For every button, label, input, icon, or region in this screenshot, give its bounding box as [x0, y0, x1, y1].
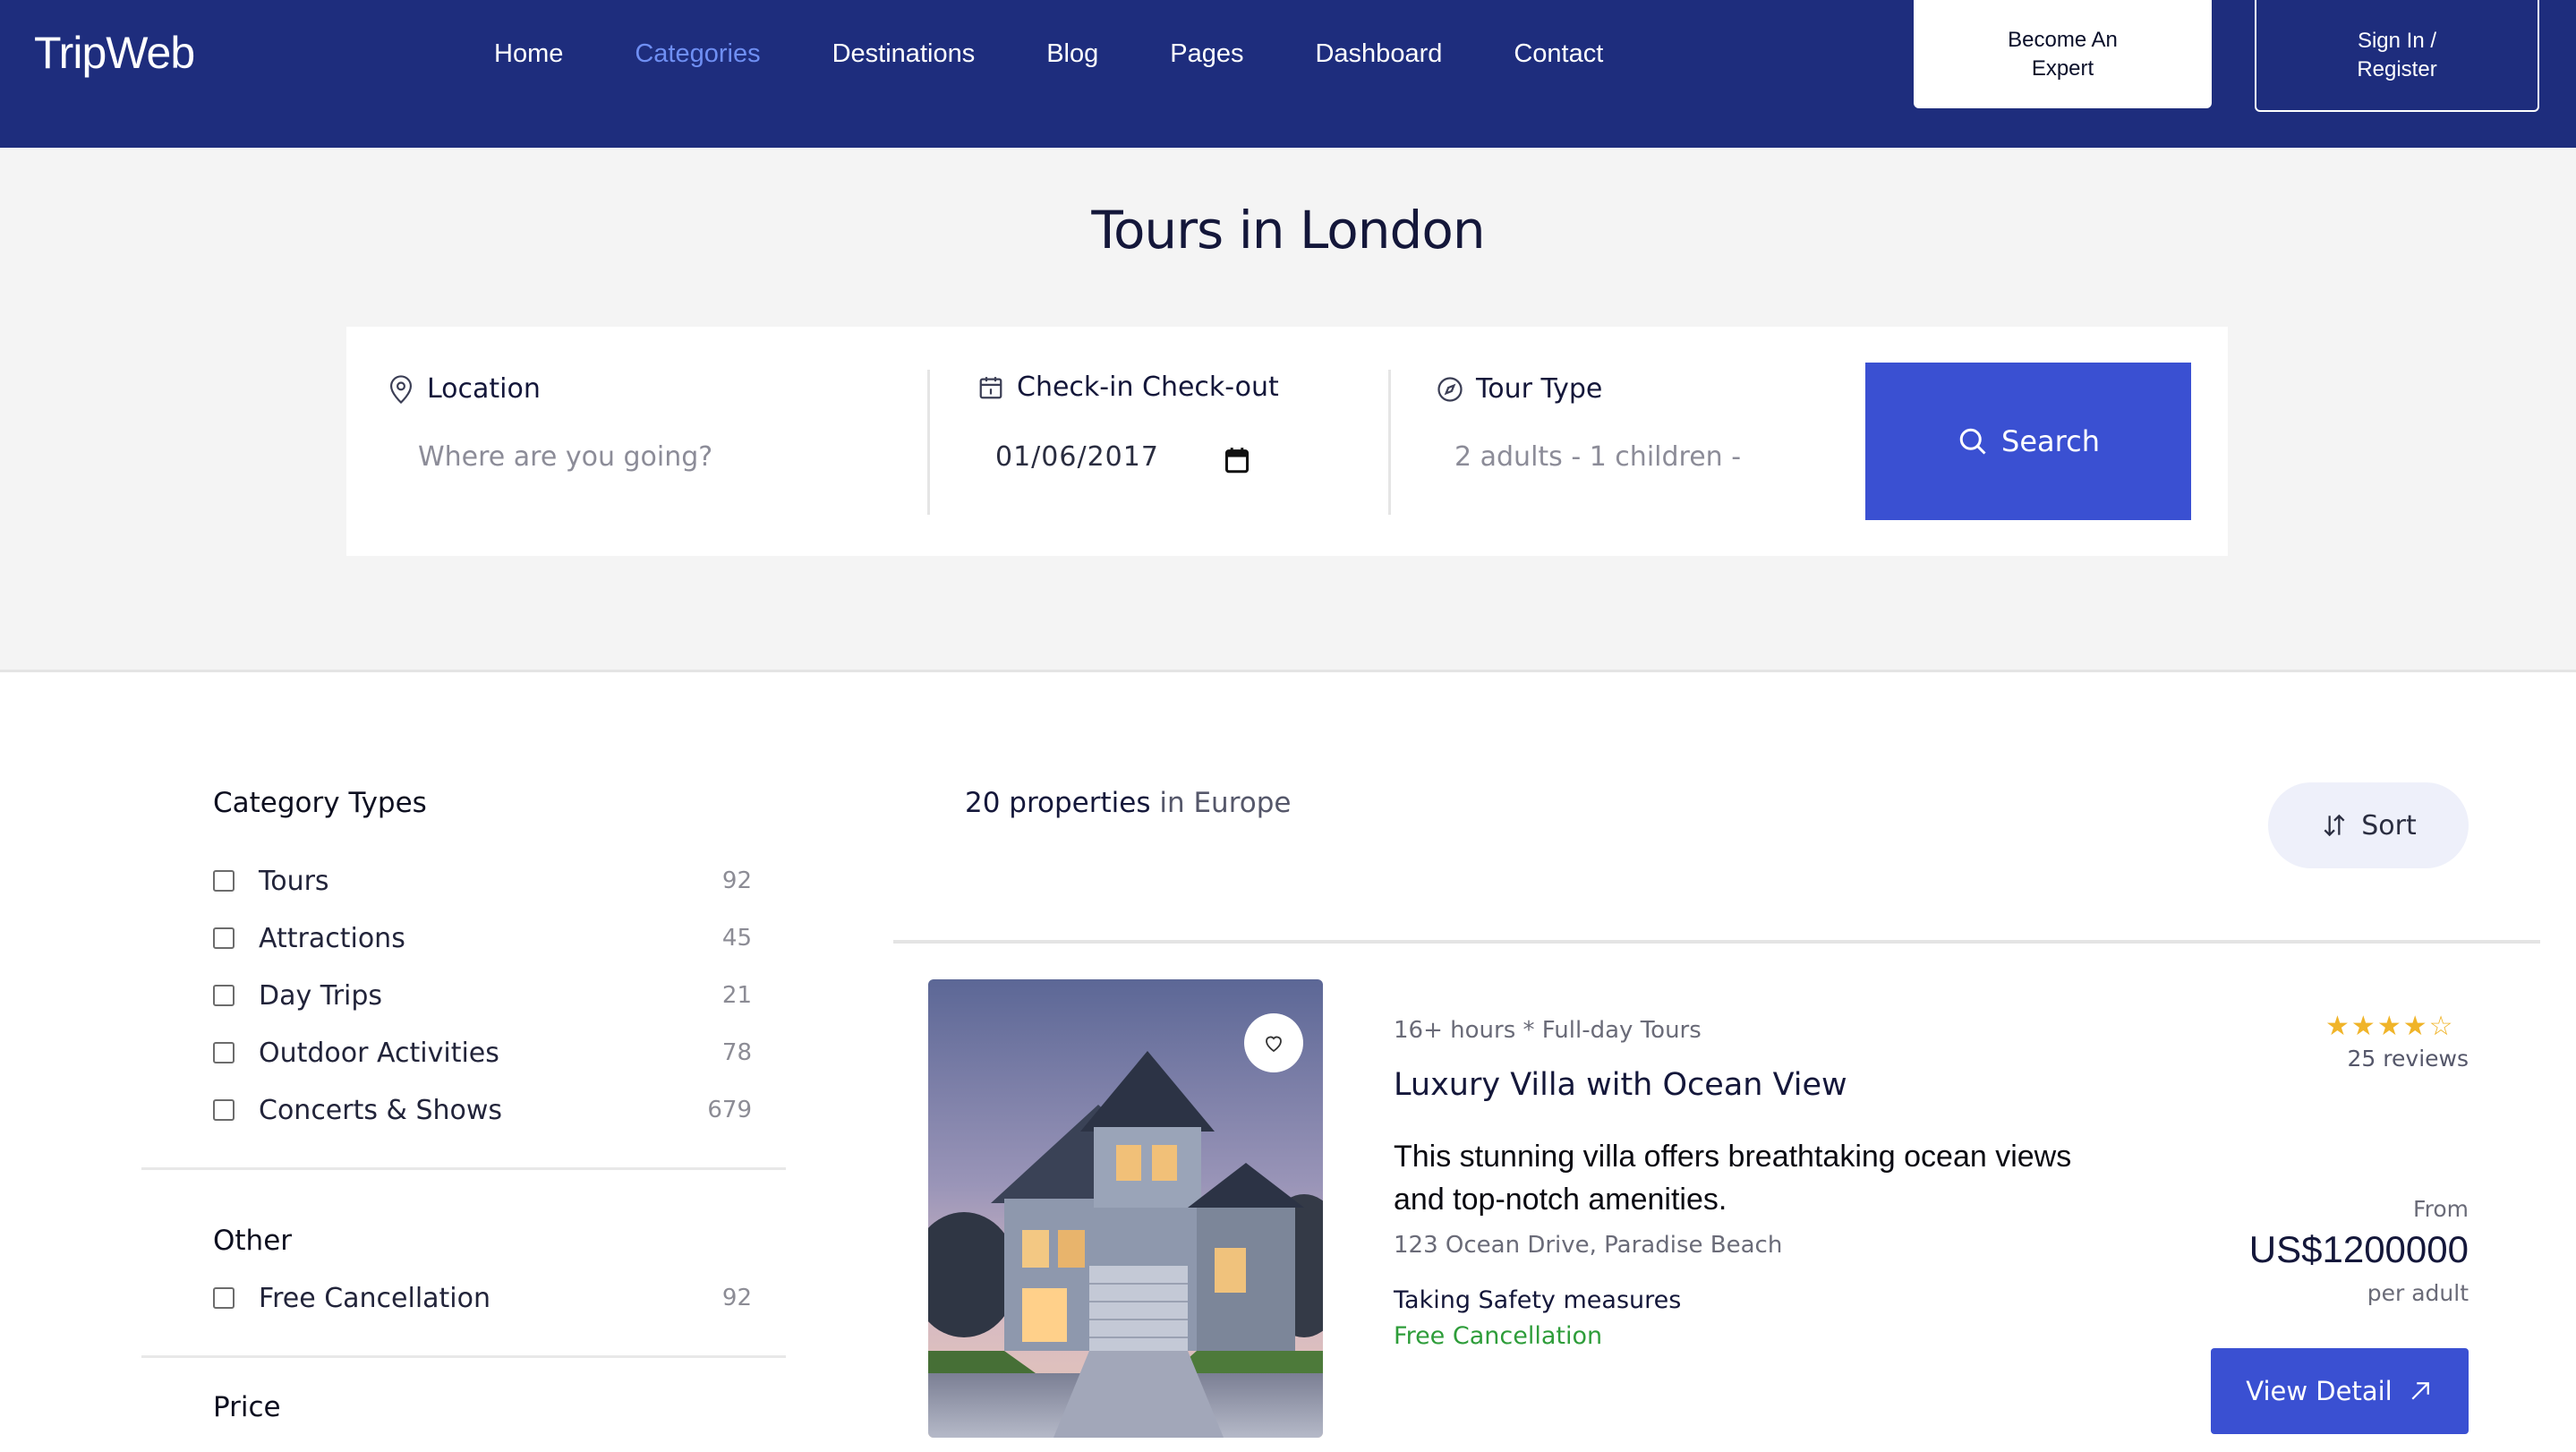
calendar-icon [979, 376, 1002, 398]
compass-icon [1437, 376, 1463, 402]
field-divider [1388, 370, 1391, 515]
price-heading: Price [213, 1391, 281, 1423]
top-header: TripWeb Home Categories Destinations Blo… [0, 0, 2576, 148]
nav-dashboard[interactable]: Dashboard [1315, 39, 1442, 69]
review-count: 25 reviews [2347, 1046, 2469, 1072]
filter-count: 92 [721, 1285, 752, 1311]
filter-label: Concerts & Shows [259, 1094, 503, 1126]
results-location: in Europe [1159, 787, 1292, 819]
properties-count: 20 properties [965, 787, 1151, 819]
search-button[interactable]: Search [1865, 363, 2191, 520]
tour-type-label: Tour Type [1476, 373, 1603, 405]
sidebar-divider [141, 1355, 786, 1358]
checkbox[interactable] [213, 1287, 235, 1309]
arrow-up-right-icon [2411, 1382, 2429, 1400]
sort-arrows-icon [2324, 814, 2345, 837]
calendar-picker-icon[interactable] [1224, 447, 1250, 474]
page-title: Tours in London [1091, 200, 1485, 261]
view-detail-button[interactable]: View Detail [2211, 1348, 2469, 1434]
map-pin-icon [389, 374, 413, 404]
checkbox[interactable] [213, 870, 235, 892]
filter-attractions[interactable]: Attractions 45 [213, 920, 752, 956]
filter-outdoor-activities[interactable]: Outdoor Activities 78 [213, 1035, 752, 1071]
location-label: Location [427, 373, 541, 405]
location-input[interactable]: Where are you going? [418, 441, 712, 473]
location-label-wrap: Location [388, 373, 541, 405]
listing-description: This stunning villa offers breathtaking … [1394, 1140, 2072, 1217]
price-unit: per adult [2367, 1280, 2469, 1306]
checkbox[interactable] [213, 1042, 235, 1063]
location-field[interactable]: Location Where are you going? [388, 327, 889, 556]
filter-concerts-shows[interactable]: Concerts & Shows 679 [213, 1092, 752, 1128]
filter-count: 78 [721, 1039, 752, 1066]
heart-icon [1266, 1036, 1282, 1053]
price-from-label: From [2413, 1196, 2469, 1222]
checkbox[interactable] [213, 927, 235, 949]
star-filled-icon: ★ [2402, 1011, 2427, 1042]
category-types-heading: Category Types [213, 787, 427, 819]
nav-blog[interactable]: Blog [1046, 39, 1098, 69]
become-expert-label: Become An Expert [2008, 27, 2118, 81]
tour-type-field[interactable]: Tour Type 2 adults - 1 children - [1437, 327, 1866, 556]
sign-in-register-button[interactable]: Sign In / Register [2255, 0, 2539, 112]
filter-count: 21 [721, 982, 752, 1009]
nav-pages[interactable]: Pages [1170, 39, 1243, 69]
filter-free-cancellation[interactable]: Free Cancellation 92 [213, 1280, 752, 1316]
sort-label: Sort [2361, 809, 2417, 841]
sort-button[interactable]: Sort [2268, 782, 2469, 868]
sign-in-label: Sign In / Register [2357, 28, 2437, 81]
results-divider [893, 940, 2540, 944]
dates-label-wrap: Check-in Check-out [977, 372, 1279, 403]
other-heading: Other [213, 1225, 293, 1257]
filter-label: Outdoor Activities [259, 1037, 499, 1069]
listing-meta: 16+ hours * Full-day Tours [1394, 1017, 1702, 1044]
tour-type-select[interactable]: 2 adults - 1 children - [1454, 441, 1741, 473]
nav-home[interactable]: Home [494, 39, 563, 69]
filter-label: Attractions [259, 922, 405, 954]
search-button-label: Search [2001, 424, 2100, 458]
star-filled-icon: ★ [2376, 1011, 2401, 1042]
filter-tours[interactable]: Tours 92 [213, 863, 752, 899]
filter-count: 45 [721, 925, 752, 952]
search-icon [1959, 428, 1986, 455]
checkbox[interactable] [213, 1099, 235, 1121]
main-nav: Home Categories Destinations Blog Pages … [494, 34, 1675, 73]
filter-count: 679 [707, 1097, 752, 1123]
filter-label: Tours [259, 865, 329, 897]
filter-label: Day Trips [259, 979, 383, 1012]
listing-title[interactable]: Luxury Villa with Ocean View [1394, 1067, 1847, 1103]
free-cancellation-badge: Free Cancellation [1394, 1322, 1603, 1350]
listing-price: US$1200000 [2248, 1228, 2469, 1270]
tour-type-label-wrap: Tour Type [1437, 373, 1602, 405]
checkbox[interactable] [213, 985, 235, 1006]
field-divider [927, 370, 930, 515]
view-detail-label: View Detail [2246, 1376, 2393, 1406]
star-empty-icon: ☆ [2428, 1011, 2453, 1042]
filter-count: 92 [721, 867, 752, 894]
date-input[interactable]: 01/06/2017 [995, 441, 1159, 473]
nav-categories[interactable]: Categories [635, 39, 760, 69]
sidebar-divider [141, 1167, 786, 1170]
nav-destinations[interactable]: Destinations [832, 39, 976, 69]
dates-field[interactable]: Check-in Check-out 01/06/2017 [977, 327, 1371, 556]
filter-label: Free Cancellation [259, 1282, 491, 1314]
listing-address: 123 Ocean Drive, Paradise Beach [1394, 1232, 1783, 1259]
favorite-button[interactable] [1244, 1013, 1303, 1072]
results-count: 20 properties in Europe [965, 787, 1292, 819]
safety-measures: Taking Safety measures [1394, 1286, 1682, 1314]
become-expert-button[interactable]: Become An Expert [1914, 0, 2212, 108]
dates-label: Check-in Check-out [1017, 372, 1279, 403]
filter-day-trips[interactable]: Day Trips 21 [213, 978, 752, 1013]
star-filled-icon: ★ [2325, 1011, 2350, 1042]
rating-stars: ★ ★ ★ ★ ☆ [2325, 1013, 2455, 1040]
nav-contact[interactable]: Contact [1514, 39, 1603, 69]
star-filled-icon: ★ [2350, 1011, 2376, 1042]
site-logo[interactable]: TripWeb [34, 27, 195, 79]
